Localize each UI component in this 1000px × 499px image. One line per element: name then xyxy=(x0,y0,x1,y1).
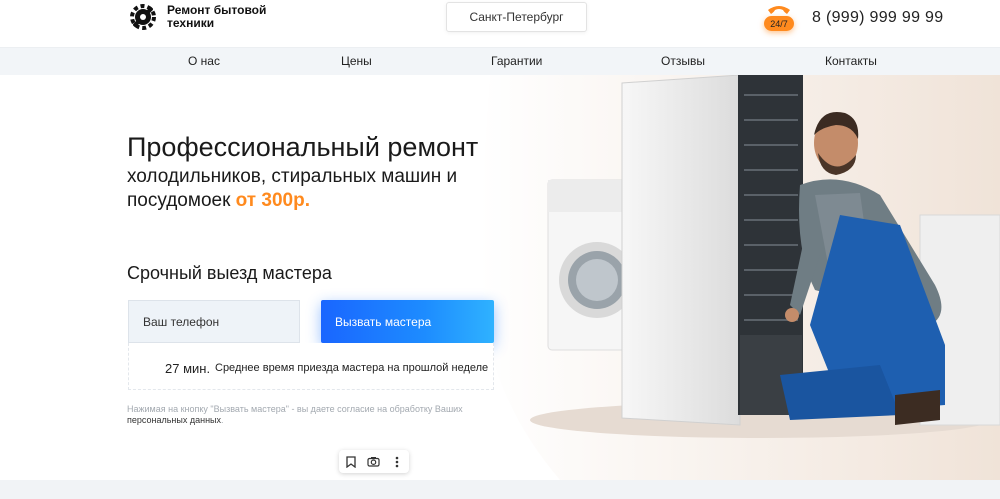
urgent-callout-title: Срочный выезд мастера xyxy=(127,263,332,283)
eta-minutes: 27 мин. xyxy=(165,361,211,376)
city-selector-button[interactable]: Санкт-Петербург xyxy=(446,2,587,32)
eta-box: 27 мин. Среднее время приезда мастера на… xyxy=(128,343,494,390)
hero-title: Профессиональный ремонт xyxy=(127,132,479,162)
hero-section: Профессиональный ремонт холодильников, с… xyxy=(0,75,1000,480)
personal-data-link[interactable]: персональных данных xyxy=(127,415,221,425)
hero-subtitle-line2: посудомоек от 300р. xyxy=(127,190,310,212)
gear-wrench-icon xyxy=(130,4,156,30)
logo-text: Ремонт бытовой техники xyxy=(167,3,267,30)
phone-icon-wrap: 24/7 xyxy=(760,2,800,34)
main-nav: О нас Цены Гарантии Отзывы Контакты xyxy=(0,47,1000,75)
badge-24-7: 24/7 xyxy=(764,16,794,31)
nav-item-prices[interactable]: Цены xyxy=(341,54,372,68)
eta-description: Среднее время приезда мастера на прошлой… xyxy=(215,362,489,374)
nav-item-about[interactable]: О нас xyxy=(188,54,220,68)
phone-input[interactable] xyxy=(128,300,300,343)
next-section-edge xyxy=(0,480,1000,499)
phone-block: 24/7 8 (999) 999 99 99 xyxy=(760,2,943,34)
bookmark-icon[interactable] xyxy=(344,455,358,469)
call-master-button[interactable]: Вызвать мастера xyxy=(321,300,494,343)
nav-item-reviews[interactable]: Отзывы xyxy=(661,54,705,68)
nav-item-warranty[interactable]: Гарантии xyxy=(491,54,542,68)
more-vertical-icon[interactable] xyxy=(390,455,404,469)
price-highlight: от 300р. xyxy=(235,190,310,211)
consent-main: Нажимая на кнопку "Вызвать мастера" - вы… xyxy=(127,404,463,414)
logo[interactable]: Ремонт бытовой техники xyxy=(127,1,277,33)
nav-item-contacts[interactable]: Контакты xyxy=(825,54,877,68)
phone-number[interactable]: 8 (999) 999 99 99 xyxy=(812,9,943,27)
image-toolbar xyxy=(339,450,409,473)
hero-subtitle-line1: холодильников, стиральных машин и xyxy=(127,166,458,187)
header: Ремонт бытовой техники Санкт-Петербург 2… xyxy=(0,0,1000,47)
camera-icon[interactable] xyxy=(367,455,381,469)
consent-text: Нажимая на кнопку "Вызвать мастера" - вы… xyxy=(127,404,487,426)
hero-subtitle-prefix: посудомоек xyxy=(127,190,236,211)
consent-end: . xyxy=(221,415,224,425)
